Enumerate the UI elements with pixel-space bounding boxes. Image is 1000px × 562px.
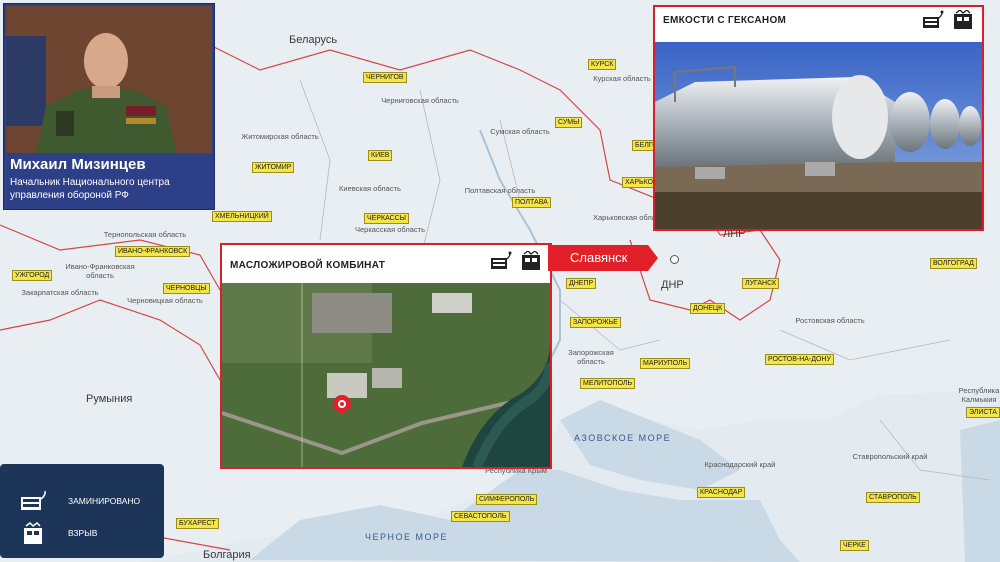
slavyansk-marker [670, 255, 679, 264]
tanks-photo [655, 42, 982, 229]
country-label-romania: Румыния [86, 393, 133, 405]
city-tag: МЕЛИТОПОЛЬ [580, 378, 636, 389]
country-label-bulgaria: Болгария [203, 549, 251, 561]
region-label: Черниговская область [381, 96, 459, 105]
region-label: Краснодарский край [704, 460, 776, 469]
card-oil-plant: МАСЛОЖИРОВОЙ КОМБИНАТ [220, 243, 552, 469]
region-label: Запорожская область [568, 348, 614, 366]
presenter-photo [6, 6, 212, 153]
explosive-device-icon [491, 251, 512, 269]
city-tag: ПОЛТАВА [512, 197, 551, 208]
presenter-name: Михаил Мизинцев [10, 156, 146, 173]
region-label: Курская область [593, 74, 651, 83]
region-label: Ставропольский край [852, 452, 928, 461]
country-label-belarus: Беларусь [289, 34, 338, 46]
city-tag: ИВАНО-ФРАНКОВСК [115, 246, 191, 257]
city-tag: СИМФЕРОПОЛЬ [476, 494, 538, 505]
explosive-device-icon [21, 490, 46, 510]
region-label: Черновицкая область [127, 296, 203, 305]
region-label: Тернопольская область [103, 230, 187, 239]
city-tag: ДНЕПР [566, 278, 597, 289]
city-tag: ЗАПОРОЖЬЕ [570, 317, 621, 328]
country-label-dnr: ДНР [661, 279, 684, 291]
city-tag: ЧЕРНОВЦЫ [163, 283, 210, 294]
city-tag: ЭЛИСТА [966, 407, 1000, 418]
city-tag: УЖГОРОД [12, 270, 53, 281]
city-tag: ЧЕРНИГОВ [363, 72, 407, 83]
card-hexane-tanks: ЕМКОСТИ С ГЕКСАНОМ [653, 5, 984, 231]
city-tag: СТАВРОПОЛЬ [866, 492, 920, 503]
city-tag: БУХАРЕСТ [176, 518, 219, 529]
city-tag: МАРИУПОЛЬ [640, 358, 691, 369]
explosion-icon [24, 522, 42, 544]
legend-row-blast: ВЗРЫВ [18, 522, 97, 544]
presenter-panel: Михаил Мизинцев Начальник Национального … [3, 3, 215, 210]
slavyansk-label: Славянск [570, 250, 628, 265]
city-tag: ХМЕЛЬНИЦКИЙ [212, 211, 272, 222]
presenter-role: Начальник Национального центра управлени… [10, 177, 170, 201]
sea-label-azov: АЗОВСКОЕ МОРЕ [574, 433, 672, 443]
sea-label-black: ЧЕРНОЕ МОРЕ [365, 532, 449, 542]
city-tag: ЖИТОМИР [252, 162, 295, 173]
explosion-icon [522, 251, 540, 270]
region-label: Киевская область [339, 184, 401, 193]
city-tag: ВОЛГОГРАД [930, 258, 977, 269]
city-tag: ЧЕРКАССЫ [364, 213, 409, 224]
region-label: Республика Калмыкия [958, 386, 1000, 404]
region-label: Ростовская область [795, 316, 865, 325]
city-tag: СЕВАСТОПОЛЬ [451, 511, 510, 522]
satellite-photo [222, 283, 550, 467]
region-label: Ивано-Франковская область [65, 262, 135, 280]
card-title: МАСЛОЖИРОВОЙ КОМБИНАТ [230, 260, 386, 271]
city-tag: ЧЕРКЕ [840, 540, 869, 551]
legend-row-mined: ЗАМИНИРОВАНО [18, 490, 140, 512]
city-tag: ДОНЕЦК [690, 303, 726, 314]
city-tag: КРАСНОДАР [697, 487, 746, 498]
region-label: Житомирская область [241, 132, 319, 141]
legend-label-blast: ВЗРЫВ [68, 528, 98, 538]
city-tag: КУРСК [588, 59, 617, 70]
explosive-device-icon [923, 10, 944, 28]
region-label: Сумская область [490, 127, 550, 136]
region-label: Черкасская область [355, 225, 425, 234]
region-label: Полтавская область [464, 186, 536, 195]
legend-panel: ЗАМИНИРОВАНО ВЗРЫВ [0, 464, 164, 558]
city-tag: КИЕВ [368, 150, 393, 161]
city-tag: ЛУГАНСК [742, 278, 780, 289]
city-tag: РОСТОВ-НА-ДОНУ [765, 354, 834, 365]
card-title: ЕМКОСТИ С ГЕКСАНОМ [663, 15, 787, 26]
legend-label-mined: ЗАМИНИРОВАНО [68, 496, 141, 506]
region-label: Закарпатская область [21, 288, 99, 297]
explosion-icon [954, 10, 972, 29]
city-tag: СУМЫ [555, 117, 583, 128]
